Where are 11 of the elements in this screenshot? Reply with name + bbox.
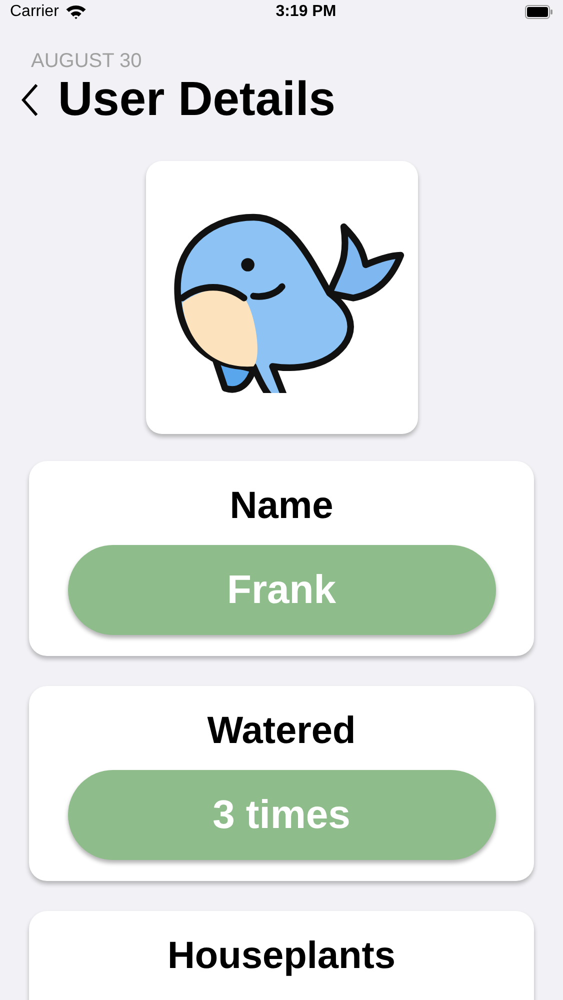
- date-label: AUGUST 30: [31, 50, 142, 72]
- carrier-label: Carrier: [10, 2, 59, 22]
- field-label: Houseplants: [167, 934, 396, 979]
- wifi-icon: [64, 4, 87, 20]
- value-pill: Frank: [68, 545, 496, 635]
- status-time: 3:19 PM: [276, 2, 336, 22]
- field-label: Watered: [207, 709, 356, 754]
- field-label: Name: [230, 484, 334, 529]
- page-title: User Details: [58, 76, 336, 124]
- value-pill: 3 times: [68, 770, 496, 860]
- battery-icon: [524, 5, 553, 19]
